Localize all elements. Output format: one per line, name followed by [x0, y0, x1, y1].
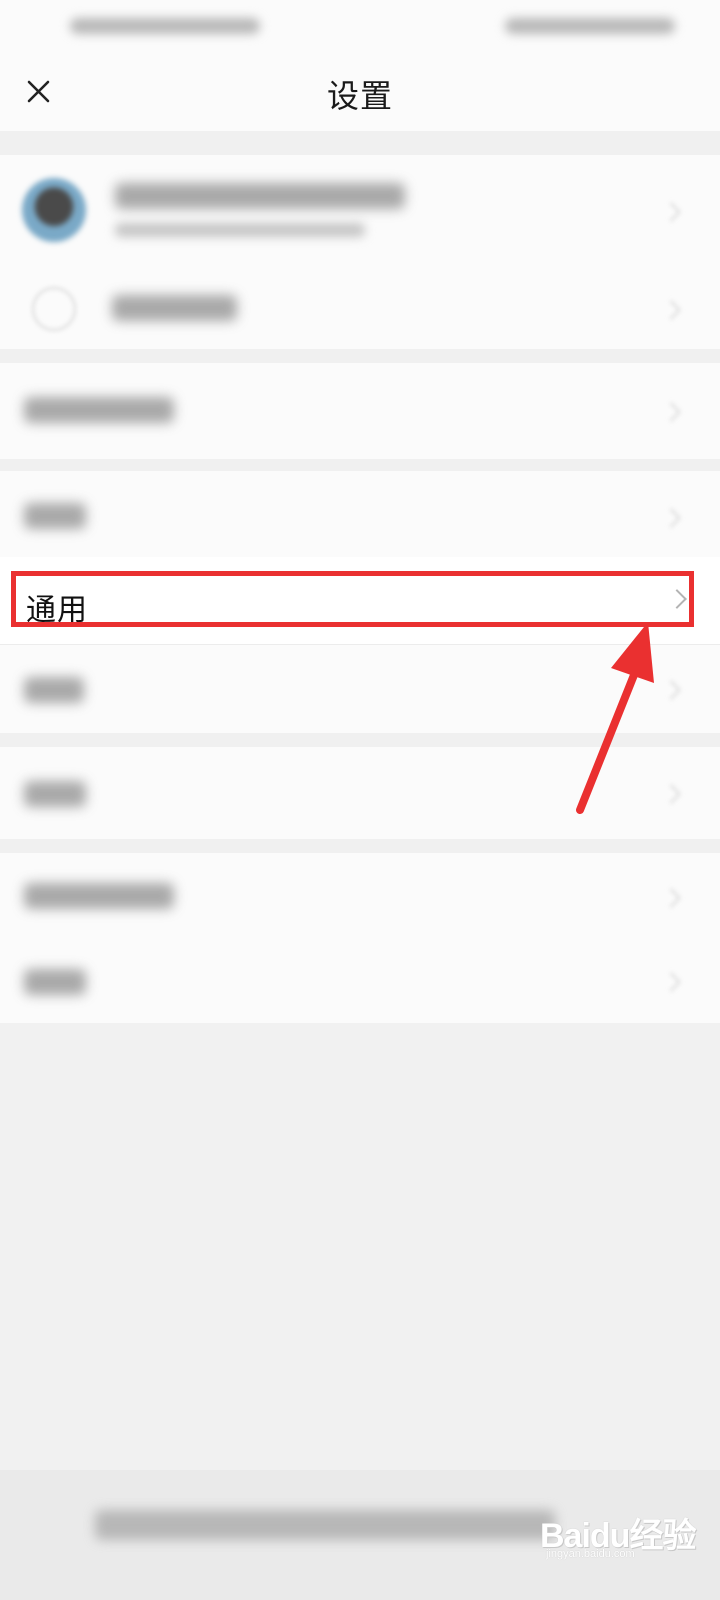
chevron-right-icon — [661, 680, 681, 700]
account-row[interactable] — [0, 155, 720, 265]
row-label-blurred — [24, 397, 174, 423]
settings-row-blurred-3[interactable] — [0, 645, 720, 733]
account-section — [0, 155, 720, 349]
settings-item-general-label: 通用 — [26, 593, 88, 628]
settings-row-blurred-1[interactable] — [0, 363, 720, 459]
account-id-blurred — [115, 223, 365, 237]
baidu-jingyan-watermark: Baidu经验 jingyan.baidu.com — [540, 1498, 710, 1562]
page-title: 设置 — [326, 77, 393, 115]
bottom-banner-text-blurred — [95, 1510, 555, 1540]
row-label-blurred — [24, 677, 84, 703]
section-gap — [0, 459, 720, 471]
settings-row-blurred-2[interactable] — [0, 471, 720, 557]
chevron-right-icon — [661, 508, 681, 528]
avatar — [22, 178, 86, 242]
chevron-right-icon — [661, 402, 681, 422]
settings-item-general[interactable]: 通用 — [0, 557, 720, 644]
add-account-icon — [32, 287, 76, 331]
row-label-blurred — [24, 503, 86, 529]
help-about-section — [0, 853, 720, 1023]
chevron-right-icon — [661, 300, 681, 320]
status-bar-left-blurred — [70, 18, 260, 34]
chevron-right-icon — [661, 784, 681, 804]
account-name-blurred — [115, 183, 405, 209]
section-gap — [0, 349, 720, 363]
chevron-right-icon — [661, 202, 681, 222]
top-nav-bar: 设置 — [0, 55, 720, 131]
chevron-right-icon — [661, 972, 681, 992]
chevron-right-icon — [661, 888, 681, 908]
status-bar — [0, 0, 720, 55]
row-label-blurred — [24, 781, 86, 807]
chevron-right-icon — [667, 589, 687, 609]
status-bar-right-blurred — [505, 18, 675, 34]
section-gap — [0, 733, 720, 747]
watermark-sub-text: jingyan.baidu.com — [546, 1548, 635, 1560]
section-gap — [0, 131, 720, 155]
settings-row-blurred-5[interactable] — [0, 853, 720, 941]
section-gap — [0, 839, 720, 853]
add-account-row[interactable] — [0, 265, 720, 349]
add-account-label-blurred — [112, 295, 237, 321]
settings-row-blurred-6[interactable] — [0, 941, 720, 1023]
settings-row-blurred-4[interactable] — [0, 747, 720, 839]
row-label-blurred — [24, 969, 86, 995]
row-label-blurred — [24, 883, 174, 909]
